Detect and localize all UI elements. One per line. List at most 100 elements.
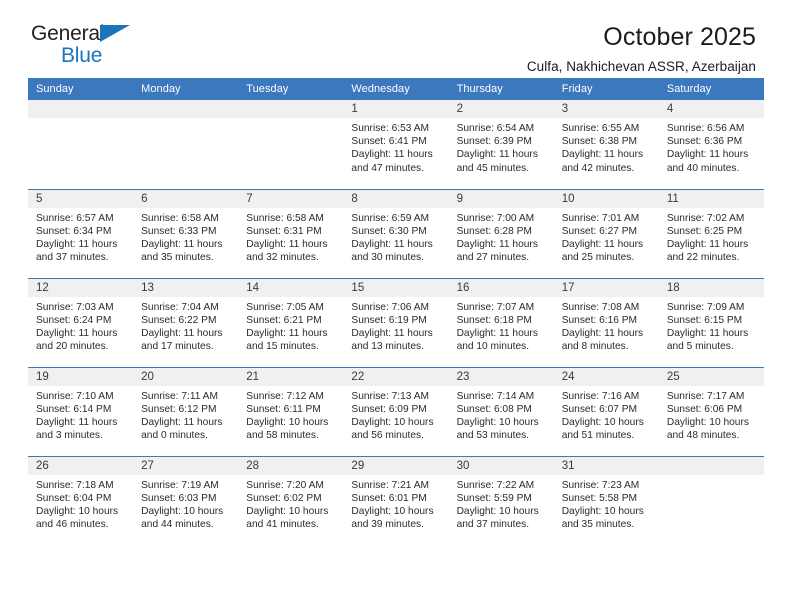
calendar-day-cell[interactable]: 16 Sunrise: 7:07 AM Sunset: 6:18 PM Dayligh… xyxy=(448,277,554,367)
day-details: Sunrise: 7:22 AM Sunset: 5:59 PM Daylight:… xyxy=(449,475,554,532)
day-details: Sunrise: 6:58 AM Sunset: 6:31 PM Daylight:… xyxy=(238,208,343,265)
day-details: Sunrise: 7:23 AM Sunset: 5:58 PM Daylight:… xyxy=(554,475,659,532)
calendar-page: General Blue October 2025 Culfa, Nakhich… xyxy=(0,0,792,612)
sunset-time: Sunset: 6:24 PM xyxy=(36,314,112,326)
daylight-duration-line2: and 5 minutes. xyxy=(666,341,734,353)
daylight-duration-line1: Daylight: 10 hours xyxy=(351,505,434,517)
day-details: Sunrise: 7:16 AM Sunset: 6:07 PM Daylight:… xyxy=(554,386,659,443)
sunset-time: Sunset: 6:04 PM xyxy=(36,492,112,504)
day-details: Sunrise: 7:19 AM Sunset: 6:03 PM Daylight:… xyxy=(133,475,238,532)
sunrise-time: Sunrise: 7:08 AM xyxy=(561,301,640,313)
calendar-day-cell[interactable]: 27 Sunrise: 7:19 AM Sunset: 6:03 PM Dayligh… xyxy=(133,455,239,545)
daylight-duration-line1: Daylight: 11 hours xyxy=(351,238,433,250)
sunset-time: Sunset: 6:09 PM xyxy=(351,403,427,415)
day-details: Sunrise: 7:21 AM Sunset: 6:01 PM Daylight:… xyxy=(343,475,448,532)
calendar-day-cell[interactable]: 12 Sunrise: 7:03 AM Sunset: 6:24 PM Dayligh… xyxy=(28,277,134,367)
daylight-duration-line2: and 42 minutes. xyxy=(561,162,635,174)
day-details: Sunrise: 7:18 AM Sunset: 6:04 PM Daylight:… xyxy=(28,475,133,532)
daylight-duration-line1: Daylight: 11 hours xyxy=(561,327,644,339)
sunrise-time: Sunrise: 6:59 AM xyxy=(351,212,430,224)
calendar-day-cell[interactable]: 15 Sunrise: 7:06 AM Sunset: 6:19 PM Dayligh… xyxy=(343,277,449,367)
calendar-day-cell[interactable]: 11 Sunrise: 7:02 AM Sunset: 6:25 PM Dayligh… xyxy=(658,188,764,278)
sunset-time: Sunset: 6:12 PM xyxy=(141,403,217,415)
sunrise-time: Sunrise: 7:05 AM xyxy=(246,301,324,313)
generalblue-logo: General Blue xyxy=(31,23,161,71)
daylight-duration-line2: and 37 minutes. xyxy=(456,519,530,531)
day-details: Sunrise: 6:55 AM Sunset: 6:38 PM Daylight:… xyxy=(554,118,659,175)
daylight-duration-line1: Daylight: 11 hours xyxy=(36,327,118,339)
daylight-duration-line1: Daylight: 10 hours xyxy=(246,505,329,517)
day-details: Sunrise: 7:06 AM Sunset: 6:19 PM Daylight:… xyxy=(343,297,448,354)
day-number: 4 xyxy=(658,100,764,118)
sunrise-time: Sunrise: 7:01 AM xyxy=(561,212,640,224)
sunrise-time: Sunrise: 7:09 AM xyxy=(666,301,745,313)
calendar-day-cell[interactable]: 20 Sunrise: 7:11 AM Sunset: 6:12 PM Dayligh… xyxy=(133,366,239,456)
day-number: 7 xyxy=(238,189,344,208)
daylight-duration-line2: and 0 minutes. xyxy=(141,430,208,442)
day-number: 23 xyxy=(448,367,554,386)
daylight-duration-line1: Daylight: 10 hours xyxy=(456,416,539,428)
calendar-day-cell[interactable]: 29 Sunrise: 7:21 AM Sunset: 6:01 PM Dayligh… xyxy=(343,455,449,545)
daylight-duration-line1: Daylight: 10 hours xyxy=(36,505,119,517)
calendar-day-cell[interactable]: 4 Sunrise: 6:56 AM Sunset: 6:36 PM Daylight… xyxy=(658,100,764,189)
daylight-duration-line1: Daylight: 11 hours xyxy=(666,238,749,250)
weekday-header-monday: Monday xyxy=(133,78,239,100)
calendar-week-row: 1 Sunrise: 6:53 AM Sunset: 6:41 PM Daylight… xyxy=(28,100,764,189)
calendar-day-cell[interactable]: 31 Sunrise: 7:23 AM Sunset: 5:58 PM Dayligh… xyxy=(553,455,659,545)
daylight-duration-line2: and 3 minutes. xyxy=(36,430,103,442)
calendar-day-cell[interactable]: 10 Sunrise: 7:01 AM Sunset: 6:27 PM Dayligh… xyxy=(553,188,659,278)
logo-text-general: General xyxy=(31,23,161,45)
calendar-day-cell[interactable]: 2 Sunrise: 6:54 AM Sunset: 6:39 PM Daylight… xyxy=(448,100,554,189)
logo-triangle-icon xyxy=(100,25,130,42)
calendar-header-row: Sunday Monday Tuesday Wednesday Thursday… xyxy=(28,78,764,100)
sunrise-time: Sunrise: 6:58 AM xyxy=(246,212,324,224)
daylight-duration-line1: Daylight: 11 hours xyxy=(561,149,644,161)
calendar-day-cell[interactable]: 17 Sunrise: 7:08 AM Sunset: 6:16 PM Dayligh… xyxy=(553,277,659,367)
day-number: 3 xyxy=(553,100,659,118)
day-number: 25 xyxy=(658,367,764,386)
calendar-day-cell[interactable]: 8 Sunrise: 6:59 AM Sunset: 6:30 PM Daylight… xyxy=(343,188,449,278)
calendar-day-cell[interactable]: 1 Sunrise: 6:53 AM Sunset: 6:41 PM Daylight… xyxy=(343,100,449,189)
day-number: 31 xyxy=(553,456,659,475)
calendar-day-cell[interactable]: 26 Sunrise: 7:18 AM Sunset: 6:04 PM Dayligh… xyxy=(28,455,134,545)
sunset-time: Sunset: 6:08 PM xyxy=(456,403,532,415)
logo-blue-label: Blue xyxy=(61,44,103,67)
calendar-week-row: 12 Sunrise: 7:03 AM Sunset: 6:24 PM Dayligh… xyxy=(28,277,764,367)
daylight-duration-line1: Daylight: 11 hours xyxy=(456,238,538,250)
calendar-day-cell[interactable]: 9 Sunrise: 7:00 AM Sunset: 6:28 PM Daylight… xyxy=(448,188,554,278)
calendar-day-cell[interactable]: 23 Sunrise: 7:14 AM Sunset: 6:08 PM Dayligh… xyxy=(448,366,554,456)
calendar-day-cell[interactable]: 3 Sunrise: 6:55 AM Sunset: 6:38 PM Daylight… xyxy=(553,100,659,189)
day-details: Sunrise: 6:53 AM Sunset: 6:41 PM Daylight:… xyxy=(343,118,448,175)
day-details: Sunrise: 7:10 AM Sunset: 6:14 PM Daylight:… xyxy=(28,386,133,443)
calendar-day-cell[interactable]: 24 Sunrise: 7:16 AM Sunset: 6:07 PM Dayligh… xyxy=(553,366,659,456)
sunrise-time: Sunrise: 7:02 AM xyxy=(666,212,745,224)
daylight-duration-line2: and 35 minutes. xyxy=(141,252,214,264)
daylight-duration-line1: Daylight: 11 hours xyxy=(456,327,538,339)
calendar-day-cell[interactable]: 21 Sunrise: 7:12 AM Sunset: 6:11 PM Dayligh… xyxy=(238,366,344,456)
calendar-day-cell[interactable]: 14 Sunrise: 7:05 AM Sunset: 6:21 PM Dayligh… xyxy=(238,277,344,367)
calendar-week-row: 19 Sunrise: 7:10 AM Sunset: 6:14 PM Dayligh… xyxy=(28,366,764,456)
sunset-time: Sunset: 6:19 PM xyxy=(351,314,427,326)
sunset-time: Sunset: 6:25 PM xyxy=(666,225,743,237)
calendar-day-cell[interactable]: 5 Sunrise: 6:57 AM Sunset: 6:34 PM Daylight… xyxy=(28,188,134,278)
sunset-time: Sunset: 5:59 PM xyxy=(456,492,532,504)
calendar-day-cell[interactable]: 22 Sunrise: 7:13 AM Sunset: 6:09 PM Dayligh… xyxy=(343,366,449,456)
daylight-duration-line2: and 58 minutes. xyxy=(246,430,319,442)
daylight-duration-line1: Daylight: 11 hours xyxy=(456,149,538,161)
daylight-duration-line2: and 8 minutes. xyxy=(561,341,629,353)
daylight-duration-line2: and 37 minutes. xyxy=(36,252,109,264)
day-number: 2 xyxy=(448,100,554,118)
sunset-time: Sunset: 6:31 PM xyxy=(246,225,322,237)
calendar-day-cell[interactable]: 13 Sunrise: 7:04 AM Sunset: 6:22 PM Dayligh… xyxy=(133,277,239,367)
calendar-day-cell[interactable]: 25 Sunrise: 7:17 AM Sunset: 6:06 PM Dayligh… xyxy=(658,366,764,456)
calendar-day-cell[interactable]: 30 Sunrise: 7:22 AM Sunset: 5:59 PM Dayligh… xyxy=(448,455,554,545)
calendar-day-cell[interactable]: 19 Sunrise: 7:10 AM Sunset: 6:14 PM Dayligh… xyxy=(28,366,134,456)
calendar-day-cell[interactable]: 28 Sunrise: 7:20 AM Sunset: 6:02 PM Dayligh… xyxy=(238,455,344,545)
calendar-day-cell[interactable]: 18 Sunrise: 7:09 AM Sunset: 6:15 PM Dayligh… xyxy=(658,277,764,367)
calendar-day-cell[interactable]: 7 Sunrise: 6:58 AM Sunset: 6:31 PM Daylight… xyxy=(238,188,344,278)
day-number: 6 xyxy=(133,189,239,208)
day-number: 20 xyxy=(133,367,239,386)
calendar-day-cell[interactable]: 6 Sunrise: 6:58 AM Sunset: 6:33 PM Daylight… xyxy=(133,188,239,278)
sunset-time: Sunset: 6:22 PM xyxy=(141,314,217,326)
sunset-time: Sunset: 6:07 PM xyxy=(561,403,638,415)
